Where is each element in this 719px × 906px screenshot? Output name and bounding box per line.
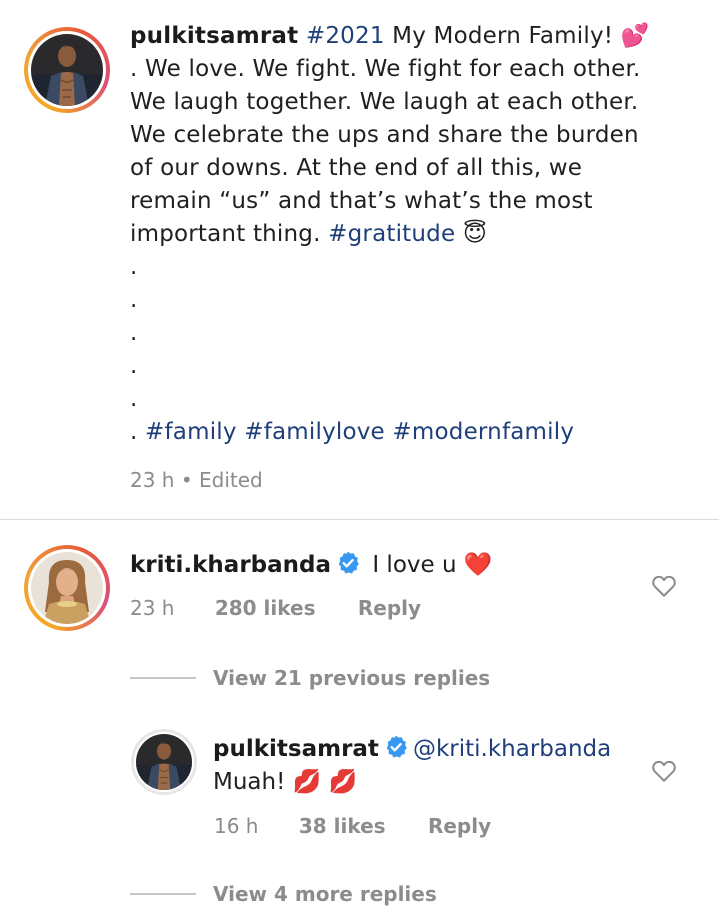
view-previous-replies-button[interactable]: View 21 previous replies <box>213 666 490 690</box>
comment-time: 23 h <box>130 596 175 620</box>
reply-time: 16 h <box>214 814 259 838</box>
reply-body: pulkitsamrat @kriti.kharbanda Muah! 💋 💋 <box>213 733 653 799</box>
caption-dot-line: . <box>130 386 138 412</box>
reply-avatar[interactable] <box>131 729 197 795</box>
caption-line-6: remain “us” and that’s what’s the most <box>130 188 593 214</box>
verified-badge-icon <box>386 735 407 758</box>
heart-outline-icon[interactable] <box>651 574 677 598</box>
hashtag-2021[interactable]: #2021 <box>306 23 385 49</box>
comment-likes[interactable]: 280 likes <box>215 596 316 620</box>
hashtag-gratitude[interactable]: #gratitude <box>328 221 455 247</box>
comment-meta: 23 h 280 likes Reply <box>130 596 421 620</box>
avatar-photo <box>136 734 192 790</box>
comment-avatar[interactable] <box>24 545 110 631</box>
reply-reply-button[interactable]: Reply <box>428 814 491 838</box>
reply-text: Muah! 💋 💋 <box>213 769 358 795</box>
comment-text: I love u ❤️ <box>372 552 493 578</box>
caption-dot-line: . <box>130 287 138 313</box>
reply-username[interactable]: pulkitsamrat <box>213 736 379 762</box>
caption-dot-line: . <box>130 320 138 346</box>
reply-likes[interactable]: 38 likes <box>299 814 386 838</box>
meta-separator: • <box>180 468 193 492</box>
caption-line-5: of our downs. At the end of all this, we <box>130 155 583 181</box>
caption-dot-line: . <box>130 353 138 379</box>
caption-line-1: pulkitsamrat #2021 My Modern Family! 💕 <box>130 20 690 53</box>
caption-line-7: important thing. #gratitude 😇 <box>130 218 690 251</box>
post-meta: 23 h • Edited <box>130 468 263 492</box>
verified-badge-icon <box>338 551 359 574</box>
post-avatar[interactable] <box>24 27 110 113</box>
reply-meta: 16 h 38 likes Reply <box>214 814 491 838</box>
caption-line-3: We laugh together. We laugh at each othe… <box>130 89 639 115</box>
avatar-photo <box>31 34 103 106</box>
hashtag-familylove[interactable]: #familylove <box>244 419 385 445</box>
edited-label: Edited <box>199 468 263 492</box>
caption-tags-line: . #family #familylove #modernfamily <box>130 416 690 449</box>
hashtag-modernfamily[interactable]: #modernfamily <box>392 419 574 445</box>
angel-emoji: 😇 <box>455 221 488 247</box>
reply-mention[interactable]: @kriti.kharbanda <box>413 736 611 762</box>
caption-dot-line: . <box>130 254 138 280</box>
post-username[interactable]: pulkitsamrat <box>130 23 298 49</box>
caption-text: . <box>130 419 146 445</box>
view-more-replies-button[interactable]: View 4 more replies <box>213 882 437 906</box>
post-caption: pulkitsamrat #2021 My Modern Family! 💕 .… <box>130 20 690 449</box>
comment-body: kriti.kharbanda I love u ❤️ <box>130 549 492 582</box>
post-time: 23 h <box>130 468 175 492</box>
replies-rule <box>130 893 196 895</box>
replies-rule <box>130 677 196 679</box>
reply-line-1: pulkitsamrat @kriti.kharbanda <box>213 733 653 766</box>
caption-line-4: We celebrate the ups and share the burde… <box>130 122 639 148</box>
caption-line-2: . We love. We fight. We fight for each o… <box>130 56 641 82</box>
avatar-photo <box>31 552 103 624</box>
comment-reply-button[interactable]: Reply <box>358 596 421 620</box>
comment-username[interactable]: kriti.kharbanda <box>130 552 331 578</box>
caption-divider <box>0 519 719 520</box>
caption-text: important thing. <box>130 221 329 247</box>
heart-outline-icon[interactable] <box>651 759 677 783</box>
caption-text: My Modern Family! 💕 <box>384 23 650 49</box>
hashtag-family[interactable]: #family <box>145 419 237 445</box>
